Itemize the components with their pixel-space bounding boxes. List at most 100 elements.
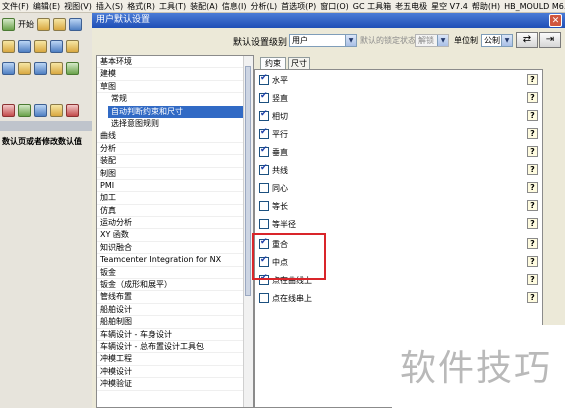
tool-icon-11[interactable]	[2, 103, 15, 117]
tree-item-selected[interactable]: 自动判断约束和尺寸	[108, 105, 244, 118]
tree-item[interactable]: 船舶设计	[97, 304, 244, 317]
tool-icon-5[interactable]	[66, 39, 79, 53]
constraint-row[interactable]: 竖直	[259, 91, 288, 105]
tree-item[interactable]: 管线布置	[97, 291, 244, 304]
tree-item[interactable]: 运动分析	[97, 217, 244, 230]
tool-icon-7[interactable]	[18, 61, 31, 75]
help-icon[interactable]: ?	[527, 274, 538, 285]
tree-item[interactable]: 冲模工程	[97, 353, 244, 366]
tree-item[interactable]: 钣金（成形和展平）	[97, 279, 244, 292]
tree-item[interactable]: 基本环境	[97, 56, 244, 69]
menu-item[interactable]: 窗口(O)	[320, 1, 349, 12]
menu-item[interactable]: GC 工具箱	[353, 1, 391, 12]
constraint-checkbox[interactable]	[259, 201, 269, 211]
tool-icon-9[interactable]	[50, 61, 63, 75]
constraint-row[interactable]: 垂直	[259, 145, 288, 159]
constraint-row[interactable]: 共线	[259, 163, 288, 177]
menu-item[interactable]: 视图(V)	[64, 1, 92, 12]
chevron-down-icon[interactable]: ▼	[345, 35, 356, 46]
constraint-row[interactable]: 点在线串上	[259, 291, 312, 305]
tree-item[interactable]: 加工	[97, 192, 244, 205]
tool-icon-4[interactable]	[50, 39, 63, 53]
save-icon[interactable]	[69, 17, 82, 31]
menu-item[interactable]: 首选项(P)	[281, 1, 316, 12]
constraint-checkbox[interactable]	[259, 109, 269, 121]
help-icon[interactable]: ?	[527, 92, 538, 103]
tool-icon-12[interactable]	[18, 103, 31, 117]
tree-item[interactable]: 冲模验证	[97, 378, 244, 391]
menu-item[interactable]: 信息(I)	[222, 1, 247, 12]
new-file-icon[interactable]	[37, 17, 50, 31]
menu-item[interactable]: 工具(T)	[159, 1, 186, 12]
tree-scroll-thumb[interactable]	[245, 66, 251, 296]
tree-item[interactable]: 制图	[97, 168, 244, 180]
level-select[interactable]: 用户 ▼	[289, 34, 357, 47]
tool-icon-15[interactable]	[66, 103, 79, 117]
tree-item[interactable]: 分析	[97, 143, 244, 156]
constraint-checkbox[interactable]	[259, 183, 269, 193]
help-icon[interactable]: ?	[527, 164, 538, 175]
tree-scrollbar[interactable]	[243, 56, 253, 407]
tree-item[interactable]: XY 函数	[97, 229, 244, 242]
tree-item[interactable]: 建模	[97, 68, 244, 81]
constraint-checkbox[interactable]	[259, 73, 269, 85]
chevron-down-icon[interactable]: ▼	[501, 35, 512, 46]
tree-item[interactable]: 车辆设计 - 总布置设计工具包	[97, 341, 244, 354]
constraint-checkbox[interactable]	[259, 219, 269, 229]
tool-icon-6[interactable]	[2, 61, 15, 75]
help-icon[interactable]: ?	[527, 146, 538, 157]
help-icon[interactable]: ?	[527, 256, 538, 267]
category-tree[interactable]: 基本环境 建模 草图 常规 自动判断约束和尺寸 选择意图规则 曲线 分析 装配 制图 PMI 加工 仿真…	[96, 55, 254, 408]
tree-item[interactable]: 曲线	[97, 130, 244, 143]
close-icon[interactable]: ✕	[549, 14, 562, 27]
export-defaults-icon[interactable]: ⇥	[539, 32, 561, 48]
menu-item[interactable]: 文件(F)	[2, 1, 29, 12]
tool-icon-13[interactable]	[34, 103, 47, 117]
tree-item[interactable]: 选择意图规则	[97, 118, 244, 130]
dialog-titlebar[interactable]: 用户默认设置 ✕	[92, 13, 565, 28]
tree-item[interactable]: 船舶制图	[97, 316, 244, 329]
tool-icon-14[interactable]	[50, 103, 63, 117]
help-icon[interactable]: ?	[527, 292, 538, 303]
tree-item[interactable]: PMI	[97, 180, 244, 193]
unit-select[interactable]: 公制 ▼	[481, 34, 513, 47]
tool-icon-10[interactable]	[66, 61, 79, 75]
help-icon[interactable]: ?	[527, 128, 538, 139]
menu-item[interactable]: 帮助(H)	[472, 1, 500, 12]
help-icon[interactable]: ?	[527, 74, 538, 85]
tree-item[interactable]: 车辆设计 - 车身设计	[97, 329, 244, 341]
help-icon[interactable]: ?	[527, 182, 538, 193]
tool-icon-2[interactable]	[18, 39, 31, 53]
menu-item[interactable]: 插入(S)	[96, 1, 123, 12]
constraint-row[interactable]: 相切	[259, 109, 288, 123]
menu-item[interactable]: 编辑(E)	[33, 1, 60, 12]
tree-item[interactable]: 草图	[97, 81, 244, 94]
constraint-checkbox[interactable]	[259, 145, 269, 157]
constraint-row[interactable]: 等半径	[259, 217, 296, 231]
tree-item[interactable]: 知识融合	[97, 242, 244, 255]
tree-item[interactable]: 仿真	[97, 205, 244, 218]
constraint-row[interactable]: 同心	[259, 181, 288, 195]
tree-item[interactable]: 钣金	[97, 267, 244, 280]
tree-item[interactable]: 常规	[97, 93, 244, 105]
tool-icon-8[interactable]	[34, 61, 47, 75]
start-label[interactable]: 开始	[18, 19, 34, 30]
constraint-row[interactable]: 等长	[259, 199, 288, 213]
tool-icon-3[interactable]	[34, 39, 47, 53]
menu-item[interactable]: 格式(R)	[127, 1, 155, 12]
tab-dimensions[interactable]: 尺寸	[288, 57, 310, 69]
menu-item[interactable]: 老五电极	[395, 1, 427, 12]
constraint-checkbox[interactable]	[259, 91, 269, 103]
constraint-checkbox[interactable]	[259, 163, 269, 175]
open-folder-icon[interactable]	[53, 17, 66, 31]
menu-item[interactable]: 装配(A)	[190, 1, 218, 12]
menu-item[interactable]: 星空 V7.4	[431, 1, 468, 12]
start-icon[interactable]	[2, 17, 15, 31]
tree-item[interactable]: 冲模设计	[97, 366, 244, 379]
tree-item[interactable]: 装配	[97, 155, 244, 168]
menu-item[interactable]: 分析(L)	[250, 1, 277, 12]
import-defaults-icon[interactable]: ⇄	[516, 32, 538, 48]
help-icon[interactable]: ?	[527, 238, 538, 249]
constraint-checkbox[interactable]	[259, 127, 269, 139]
tool-icon-1[interactable]	[2, 39, 15, 53]
